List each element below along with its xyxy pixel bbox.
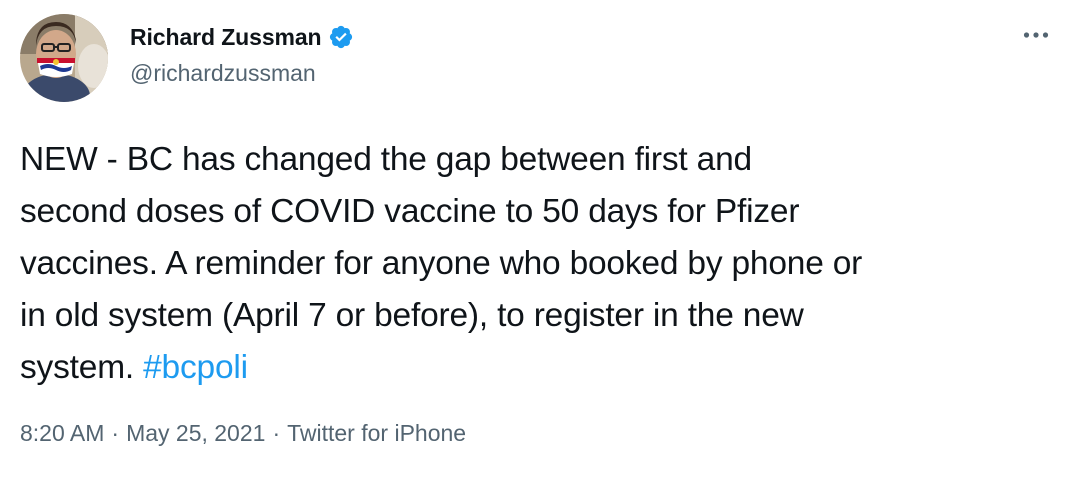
author-display-name[interactable]: Richard Zussman xyxy=(130,24,322,51)
tweet-time[interactable]: 8:20 AM xyxy=(20,420,104,447)
tweet-date[interactable]: May 25, 2021 xyxy=(126,420,265,447)
meta-separator: · xyxy=(111,420,120,446)
tweet-card: Richard Zussman @richardzussman NEW - BC… xyxy=(0,0,1080,477)
author-handle[interactable]: @richardzussman xyxy=(130,60,316,87)
tweet-source[interactable]: Twitter for iPhone xyxy=(287,420,466,447)
tweet-text: NEW - BC has changed the gap between fir… xyxy=(20,134,1065,394)
verified-badge-icon xyxy=(328,24,354,50)
hashtag-link[interactable]: #bcpoli xyxy=(143,349,248,386)
profile-photo-avatar xyxy=(20,14,108,102)
author-name-row: Richard Zussman xyxy=(130,22,354,52)
meta-separator: · xyxy=(272,420,281,446)
tweet-meta: 8:20 AM · May 25, 2021 · Twitter for iPh… xyxy=(20,420,466,447)
avatar[interactable] xyxy=(20,14,108,102)
more-options-icon[interactable] xyxy=(1016,22,1056,48)
